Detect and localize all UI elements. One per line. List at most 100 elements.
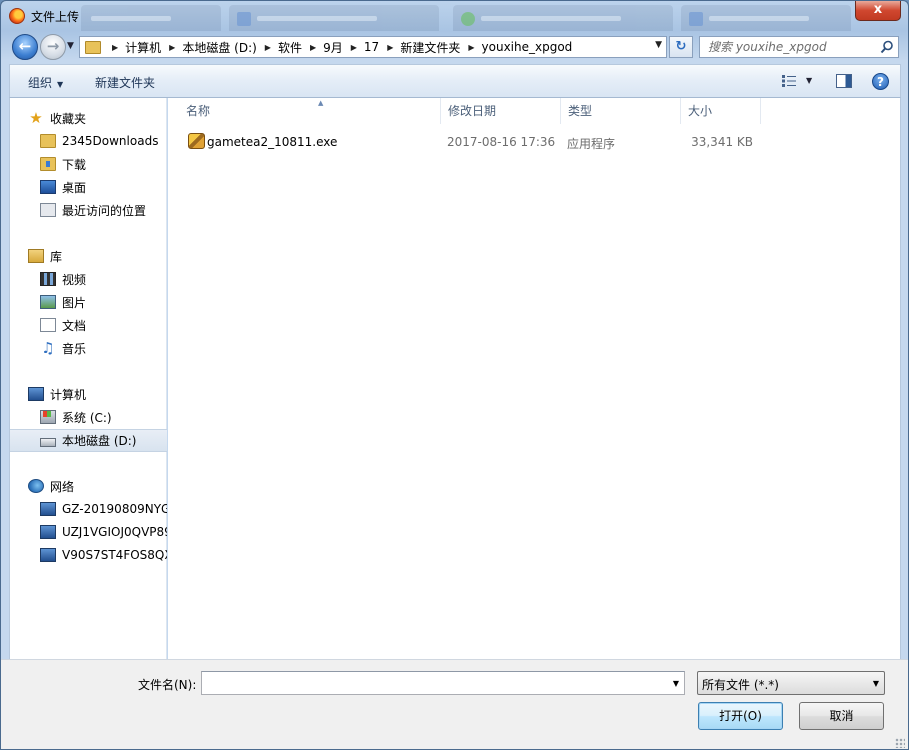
sidebar-item-documents[interactable]: 文档 [10, 315, 167, 335]
chevron-right-icon: ▶ [350, 42, 357, 52]
background-tab [453, 5, 673, 31]
file-modified-date: 2017-08-16 17:36 [447, 135, 556, 149]
preview-pane-icon[interactable] [836, 74, 852, 88]
close-button[interactable]: x [855, 1, 901, 21]
dialog-footer: 文件名(N): ▼ 所有文件 (*.*) ▼ 打开(O) 取消 [1, 659, 908, 749]
sidebar-item-2345downloads[interactable]: 2345Downloads [10, 131, 167, 151]
recent-pages-dropdown[interactable]: ▼ [67, 41, 74, 51]
view-options-icon[interactable] [782, 75, 796, 87]
filename-combobox[interactable]: ▼ [201, 671, 685, 695]
background-tab [81, 5, 221, 31]
breadcrumb-item[interactable]: ▶ youxihe_xpgod [463, 37, 575, 57]
downloads-folder-icon [40, 157, 56, 171]
new-folder-button[interactable]: 新建文件夹 [95, 74, 155, 91]
chevron-down-icon[interactable]: ▼ [673, 679, 679, 688]
chevron-right-icon: ▶ [169, 42, 176, 52]
filename-label: 文件名(N): [138, 678, 197, 692]
address-history-dropdown[interactable]: ▼ [655, 40, 662, 50]
search-icon[interactable] [880, 40, 894, 54]
sidebar-favorites[interactable]: ★ 收藏夹 [10, 108, 167, 128]
breadcrumb-item[interactable]: ▶ 计算机 [107, 37, 164, 57]
computer-icon [28, 387, 44, 401]
sidebar-network[interactable]: 网络 [10, 476, 167, 496]
column-name-label: 名称 [186, 104, 211, 118]
arrow-right-icon: → [46, 37, 60, 55]
organize-button[interactable]: 组织 ▼ [28, 74, 63, 91]
sort-ascending-icon: ▲ [318, 99, 324, 107]
title-bar: 文件上传 x [1, 1, 908, 31]
search-box[interactable] [699, 36, 899, 58]
desktop-icon [40, 180, 56, 194]
sidebar-item-videos[interactable]: 视频 [10, 269, 167, 289]
chevron-down-icon: ▼ [57, 80, 64, 89]
network-icon [28, 479, 44, 493]
folder-icon [40, 134, 56, 148]
filename-input[interactable] [202, 672, 664, 694]
forward-button[interactable]: → [40, 34, 66, 60]
open-button[interactable]: 打开(O) [698, 702, 783, 730]
chevron-right-icon: ▶ [264, 42, 271, 52]
chevron-right-icon: ▶ [309, 42, 317, 52]
chevron-down-icon: ▼ [872, 679, 879, 688]
sidebar-item-network-pc[interactable]: GZ-20190809NYGZ [10, 499, 167, 519]
sidebar-item-network-pc[interactable]: UZJ1VGIOJ0QVP89 [10, 522, 167, 542]
column-header-type[interactable]: 类型 [561, 98, 681, 124]
page-icon [689, 12, 703, 26]
breadcrumb-item[interactable]: ▶ 本地磁盘 (D:) [164, 37, 260, 57]
file-row[interactable]: gametea2_10811.exe 2017-08-16 17:36 应用程序… [184, 131, 764, 153]
help-icon[interactable]: ? [872, 73, 889, 90]
page-icon [237, 12, 251, 26]
application-icon [188, 133, 205, 149]
chevron-right-icon: ▶ [468, 42, 475, 52]
breadcrumb-item[interactable]: ▶ 新建文件夹 [382, 37, 463, 57]
refresh-button[interactable]: ↻ [669, 36, 693, 58]
breadcrumb-item[interactable]: ▶ 17 [346, 37, 382, 57]
network-computer-icon [40, 525, 56, 539]
organize-label: 组织 [28, 76, 53, 90]
refresh-icon: ↻ [675, 39, 687, 54]
file-upload-dialog: 文件上传 x ← → ▼ ▶ 计算机 ▶ 本地磁盘 (D:) ▶ 软件 ▶ 9月 ▶ 17… [0, 0, 909, 750]
firefox-icon [9, 8, 25, 24]
column-header-modified[interactable]: 修改日期 [441, 98, 561, 124]
sidebar-item-drive-c[interactable]: 系统 (C:) [10, 407, 167, 427]
column-header-size[interactable]: 大小 [681, 98, 761, 124]
chevron-right-icon: ▶ [112, 42, 119, 52]
breadcrumb-item[interactable]: ▶ 9月 [305, 37, 346, 57]
file-type-filter-value: 所有文件 (*.*) [702, 678, 779, 692]
file-size: 33,341 KB [691, 135, 753, 149]
file-type-filter[interactable]: 所有文件 (*.*) ▼ [697, 671, 885, 695]
sidebar-libraries[interactable]: 库 [10, 246, 167, 266]
address-bar[interactable]: ▶ 计算机 ▶ 本地磁盘 (D:) ▶ 软件 ▶ 9月 ▶ 17 ▶ 新建文件夹 ▶ youx… [79, 36, 667, 58]
sidebar-item-pictures[interactable]: 图片 [10, 292, 167, 312]
sidebar-computer[interactable]: 计算机 [10, 384, 167, 404]
chevron-right-icon: ▶ [387, 42, 394, 52]
navigation-bar: ← → ▼ ▶ 计算机 ▶ 本地磁盘 (D:) ▶ 软件 ▶ 9月 ▶ 17 ▶ 新建文件夹… [1, 31, 908, 63]
back-button[interactable]: ← [12, 34, 38, 60]
sidebar-item-desktop[interactable]: 桌面 [10, 177, 167, 197]
command-toolbar: 组织 ▼ 新建文件夹 ▼ ? [9, 64, 901, 98]
network-computer-icon [40, 502, 56, 516]
search-input[interactable] [700, 37, 876, 57]
background-browser-tabs [81, 5, 861, 31]
cancel-button[interactable]: 取消 [799, 702, 884, 730]
sidebar-item-recent-places[interactable]: 最近访问的位置 [10, 200, 167, 220]
page-icon [461, 12, 475, 26]
file-list: 名称 ▲ 修改日期 类型 大小 gametea2_10811.exe 2017-… [168, 98, 901, 659]
window-title: 文件上传 [31, 10, 80, 24]
arrow-left-icon: ← [18, 37, 32, 55]
navigation-pane: ★ 收藏夹 2345Downloads 下载 桌面 最近访问的位置 库 视频 图片… [9, 98, 167, 659]
column-header-name[interactable]: 名称 ▲ [179, 98, 441, 124]
sidebar-item-downloads[interactable]: 下载 [10, 154, 167, 174]
resize-grip[interactable] [895, 738, 905, 748]
system-drive-icon [40, 410, 56, 424]
hard-drive-icon [40, 437, 56, 447]
sidebar-item-drive-d[interactable]: 本地磁盘 (D:) [10, 429, 167, 452]
view-options-dropdown[interactable]: ▼ [806, 76, 812, 85]
video-icon [40, 272, 56, 286]
library-icon [28, 249, 44, 263]
music-note-icon: ♫ [41, 339, 55, 357]
breadcrumb-item[interactable]: ▶ 软件 [260, 37, 305, 57]
background-tab [229, 5, 439, 31]
sidebar-item-network-pc[interactable]: V90S7ST4FOS8QXT [10, 545, 167, 565]
sidebar-item-music[interactable]: ♫ 音乐 [10, 338, 167, 358]
